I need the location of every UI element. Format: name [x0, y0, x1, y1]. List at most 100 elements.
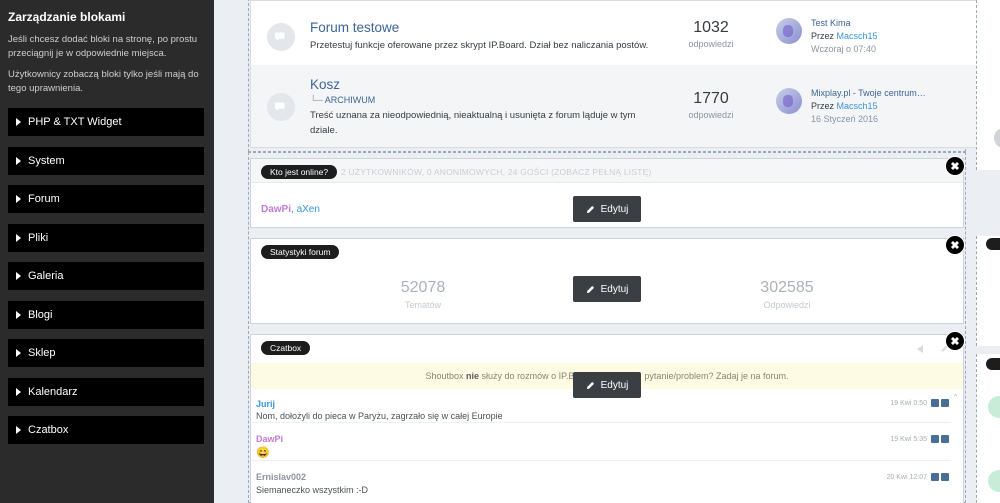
edit-block-button[interactable]: Edytuj	[573, 372, 641, 398]
reply-count-number: 1032	[693, 19, 729, 36]
caret-right-icon	[16, 118, 21, 126]
stat-replies-number: 302585	[760, 279, 814, 296]
right-sidebar	[976, 0, 1000, 503]
widget-chatbox[interactable]: Czatbox Shoutbox nie służy do rozmów o I…	[250, 334, 964, 503]
chat-message-time: 20 Kwi 12:07	[886, 474, 927, 481]
block-category-forum[interactable]: Forum	[8, 185, 204, 213]
edit-icon[interactable]	[931, 473, 939, 481]
chat-message-time: 19 Kwi 0:50	[890, 400, 927, 407]
widget-who-is-online[interactable]: 2 UŻYTKOWNIKÓW, 0 ANONIMOWYCH, 24 GOŚCI …	[250, 158, 964, 228]
last-post-info: Mixplay.pl - Twoje centrum… Przez Macsch…	[811, 87, 926, 126]
edit-block-button[interactable]: Edytuj	[573, 276, 641, 302]
reply-count-number: 1770	[693, 90, 729, 107]
widget-label: Kto jest online?	[261, 165, 338, 179]
last-post-author: Przez Macsch15	[811, 30, 878, 43]
block-category-label: Sklep	[28, 347, 56, 359]
panel-description: Jeśli chcesz dodać bloki na stronę, po p…	[8, 34, 198, 59]
avatar[interactable]	[776, 88, 802, 114]
remove-block-button[interactable]: ✖	[945, 235, 965, 255]
last-post-date: Wczoraj o 07:40	[811, 44, 877, 54]
chat-author-link[interactable]: Ernislav002	[256, 472, 306, 482]
forum-title-link[interactable]: Kosz	[310, 77, 340, 92]
stat-topics: 52078 Tematów	[343, 279, 503, 310]
forum-read-icon	[267, 93, 295, 121]
remove-block-button[interactable]: ✖	[945, 156, 965, 176]
last-post-author-link[interactable]: Macsch15	[837, 31, 878, 41]
caret-right-icon	[16, 387, 21, 396]
last-post-by-prefix: Przez	[811, 101, 835, 111]
delete-icon[interactable]	[941, 473, 949, 481]
forum-reply-count: 1770 odpowiedzi	[661, 90, 761, 120]
chat-scroll-up-icon[interactable]: ⌃	[952, 393, 959, 402]
chat-message-tools	[931, 399, 949, 407]
pencil-icon	[586, 381, 594, 389]
avatar[interactable]	[776, 18, 802, 44]
chat-author-link[interactable]: Jurij	[256, 399, 275, 409]
chat-message-time: 19 Kwi 5:35	[890, 436, 927, 443]
chat-sound-icon[interactable]	[917, 345, 923, 353]
block-category-pliki[interactable]: Pliki	[8, 223, 204, 252]
chat-message-tools	[931, 473, 949, 481]
reply-count-label: odpowiedzi	[688, 110, 734, 120]
block-category-czatbox[interactable]: Czatbox	[8, 416, 204, 444]
online-user-link[interactable]: DawPi	[261, 204, 291, 215]
forum-list: Forum testowe Przetestuj funkcje oferowa…	[250, 0, 977, 148]
edit-icon[interactable]	[931, 435, 939, 443]
block-category-label: Czatbox	[28, 424, 69, 436]
pencil-icon	[586, 205, 594, 213]
chat-message-tools	[931, 435, 949, 443]
edit-button-label: Edytuj	[600, 379, 629, 391]
forum-description: Treść uznana za nieodpowiednią, nieaktua…	[310, 110, 636, 136]
block-category-label: Galeria	[28, 270, 64, 282]
block-category-kalendarz[interactable]: Kalendarz	[8, 377, 204, 406]
edit-block-button[interactable]: Edytuj	[573, 196, 641, 222]
block-category-php-txt-widget[interactable]: PHP & TXT Widget	[8, 108, 204, 136]
last-post-title-link[interactable]: Test Kima	[811, 17, 878, 30]
caret-right-icon	[16, 349, 21, 357]
caret-right-icon	[16, 310, 21, 319]
widget-header: 2 UŻYTKOWNIKÓW, 0 ANONIMOWYCH, 24 GOŚCI …	[251, 159, 963, 183]
last-post-title-link[interactable]: Mixplay.pl - Twoje centrum…	[811, 87, 926, 100]
forum-title-link[interactable]: Forum testowe	[310, 20, 399, 35]
widget-forum-statistics[interactable]: Statystyki forum 52078 Tematów 302585 Od…	[250, 238, 964, 324]
edit-button-label: Edytuj	[600, 203, 629, 215]
delete-icon[interactable]	[941, 399, 949, 407]
notice-text-start: Shoutbox	[425, 371, 464, 381]
last-post-author: Przez Macsch15	[811, 100, 926, 113]
chat-message-text: 😄	[256, 447, 270, 459]
block-category-galeria[interactable]: Galeria	[8, 262, 204, 290]
delete-icon[interactable]	[941, 435, 949, 443]
caret-right-icon	[16, 233, 21, 242]
subforum-label: ARCHIWUM	[324, 95, 376, 105]
stat-replies-label: Odpowiedzi	[763, 300, 811, 310]
chat-message: Ernislav002 Siemaneczko wszystkim :-D 20…	[251, 463, 951, 499]
pencil-icon	[586, 285, 594, 293]
chat-message-text: Nom, dołożyli do pieca w Paryżu, zagrzał…	[256, 411, 503, 421]
last-post-author-link[interactable]: Macsch15	[837, 101, 878, 111]
forum-description: Przetestuj funkcje oferowane przez skryp…	[310, 40, 649, 51]
subforum-link[interactable]: └─ ARCHIWUM	[310, 95, 375, 105]
notice-text-bold: nie	[466, 371, 480, 381]
chat-message: DawPi 😄 19 Kwi 5:35	[251, 425, 951, 461]
subforum-prefix: └─	[310, 95, 323, 105]
edit-icon[interactable]	[931, 399, 939, 407]
stat-topics-label: Tematów	[404, 300, 441, 310]
last-post-by-prefix: Przez	[811, 31, 835, 41]
chat-message-text: Siemaneczko wszystkim :-D	[256, 485, 369, 495]
block-manager-panel: Zarządzanie blokami Jeśli chcesz dodać b…	[0, 0, 214, 503]
block-category-blogi[interactable]: Blogi	[8, 300, 204, 329]
caret-right-icon	[16, 156, 21, 165]
edit-button-label: Edytuj	[600, 283, 629, 295]
online-user-link[interactable]: aXen	[297, 204, 320, 215]
block-category-sklep[interactable]: Sklep	[8, 339, 204, 367]
stat-topics-number: 52078	[400, 279, 446, 296]
remove-block-button[interactable]: ✖	[945, 331, 965, 351]
reply-count-label: odpowiedzi	[688, 39, 734, 49]
last-post-info: Test Kima Przez Macsch15 Wczoraj o 07:40	[811, 17, 878, 56]
block-category-label: PHP & TXT Widget	[28, 116, 122, 128]
block-category-label: Pliki	[28, 231, 49, 244]
block-category-system[interactable]: System	[8, 146, 204, 175]
forum-reply-count: 1032 odpowiedzi	[661, 19, 761, 49]
chat-author-link[interactable]: DawPi	[256, 434, 283, 444]
right-block	[976, 236, 1000, 346]
